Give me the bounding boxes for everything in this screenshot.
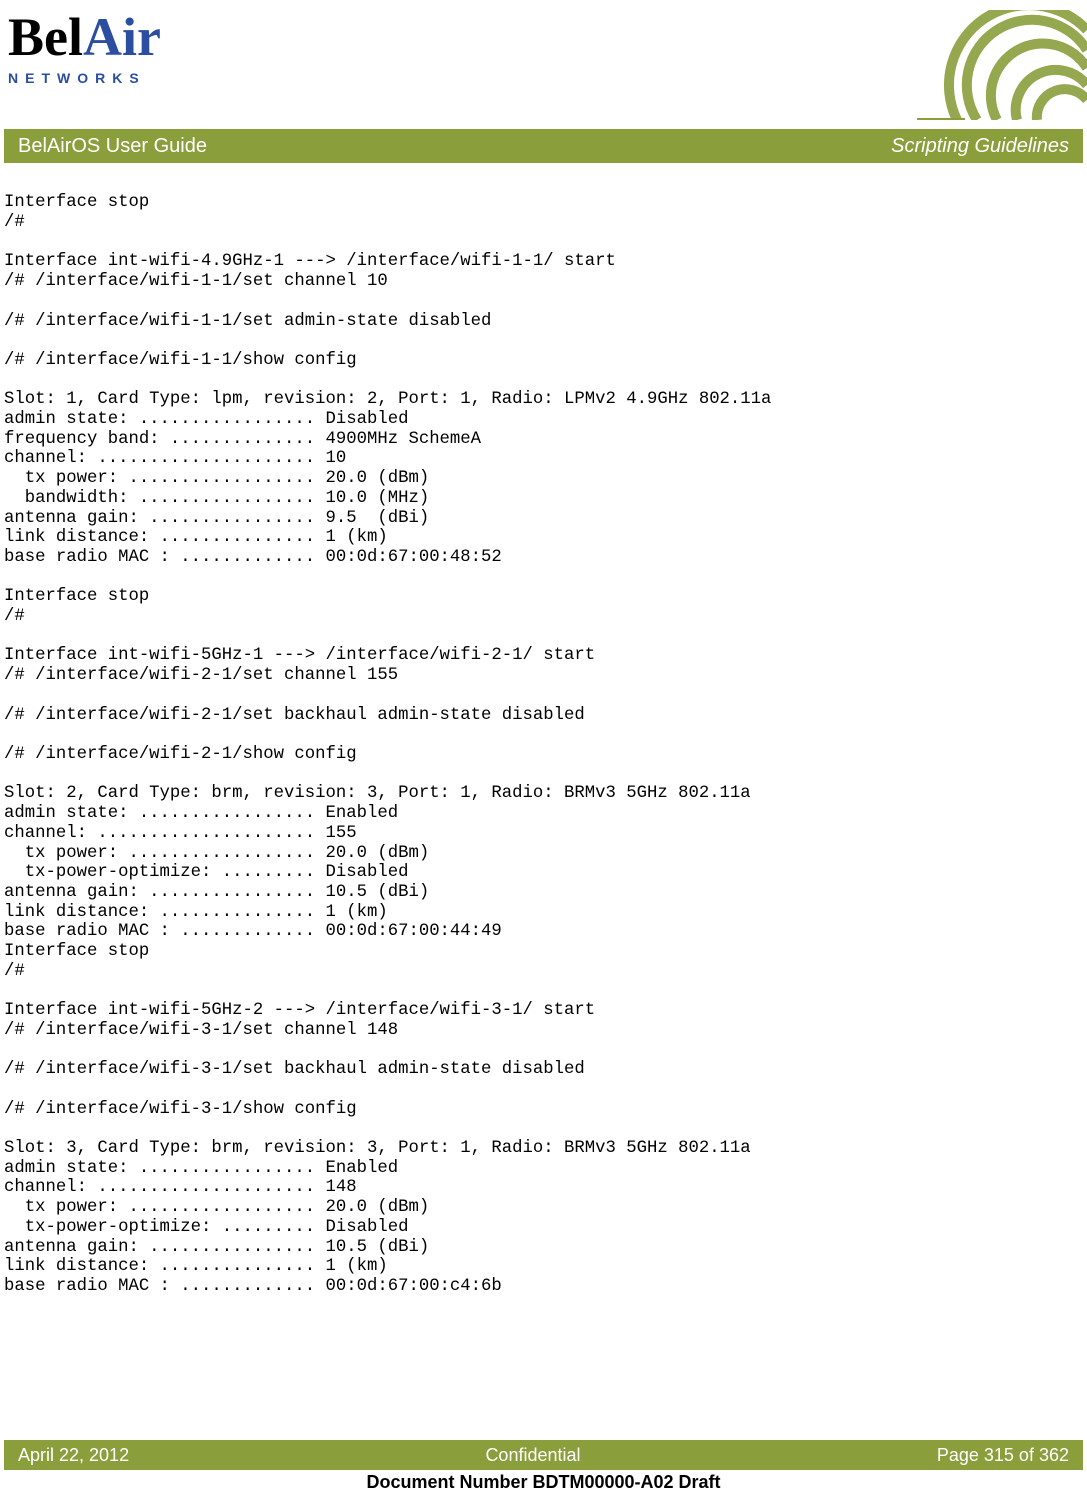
- footer-date: April 22, 2012: [18, 1445, 129, 1466]
- title-bar: BelAirOS User Guide Scripting Guidelines: [4, 129, 1083, 163]
- document-number: Document Number BDTM00000-A02 Draft: [0, 1472, 1087, 1493]
- corner-logo-icon: [917, 10, 1087, 120]
- logo-part1: Bel: [8, 7, 83, 67]
- header: BelAir NETWORKS: [0, 10, 1087, 120]
- footer-confidential: Confidential: [485, 1445, 580, 1466]
- logo-part2: Air: [83, 7, 161, 67]
- section-title: Scripting Guidelines: [891, 135, 1069, 158]
- page: BelAir NETWORKS BelAirOS User Guide Scri…: [0, 0, 1087, 1511]
- terminal-output: Interface stop /# Interface int-wifi-4.9…: [4, 193, 1077, 1296]
- footer-page: Page 315 of 362: [937, 1445, 1069, 1466]
- guide-title: BelAirOS User Guide: [18, 135, 207, 158]
- logo-subtitle: NETWORKS: [8, 70, 228, 86]
- logo-wordmark: BelAir: [8, 10, 228, 64]
- footer-bar: April 22, 2012 Confidential Page 315 of …: [4, 1440, 1083, 1470]
- logo: BelAir NETWORKS: [8, 10, 228, 86]
